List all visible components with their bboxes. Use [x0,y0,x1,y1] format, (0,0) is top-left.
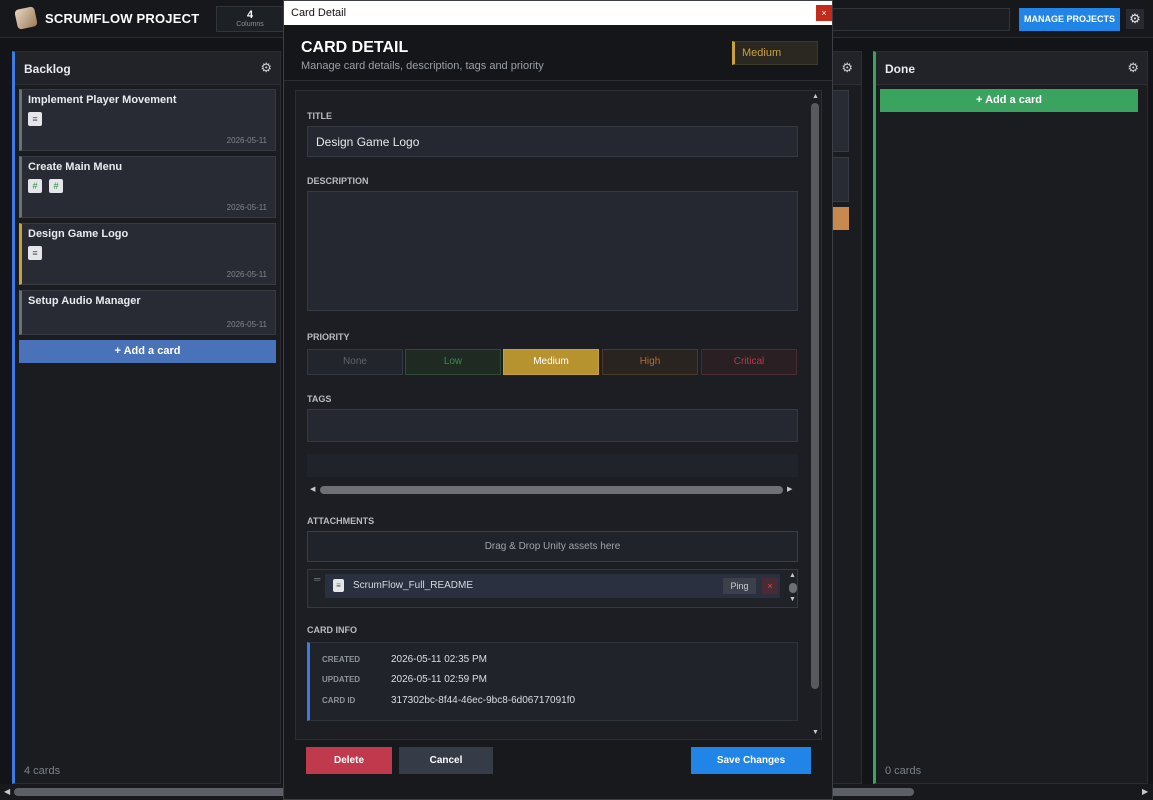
card-date: 2026-05-11 [226,136,267,145]
add-card-button[interactable]: + Add a card [880,89,1138,112]
modal-subtitle: Manage card details, description, tags a… [301,60,544,72]
column-header: Backlog ⚙ [15,52,280,85]
modal-form: TITLE Design Game Logo DESCRIPTION PRIOR… [295,90,822,740]
card-edge [831,90,849,152]
card-title: Create Main Menu [28,161,123,173]
priority-none-button[interactable]: None [307,349,403,375]
columns-count: 4 [246,9,254,21]
column-title: Backlog [24,62,71,76]
column-gear-icon[interactable]: ⚙ [1127,60,1139,76]
column-card-count: 0 cards [885,765,922,777]
manage-projects-button[interactable]: MANAGE PROJECTS [1019,8,1120,31]
attachments-label: ATTACHMENTS [307,516,375,526]
add-card-edge [831,207,849,230]
priority-low-button[interactable]: Low [405,349,501,375]
search-input[interactable] [826,8,1010,31]
drag-handle-icon[interactable]: ═ [314,574,320,584]
tags-scrollbar-thumb[interactable] [320,486,783,494]
modal-heading: CARD DETAIL [301,39,409,56]
attachment-item[interactable]: ≡ ScrumFlow_Full_README Ping × [325,574,780,598]
tags-input[interactable] [307,409,798,442]
scroll-right-arrow-icon[interactable]: ▶ [1142,787,1148,796]
column-card-count: 4 cards [24,765,61,777]
columns-label: Columns [236,21,264,28]
tags-label: TAGS [307,394,332,404]
card-id-value: 317302bc-8f44-46ec-9bc8-6d06717091f0 [391,695,576,706]
document-icon: ≡ [28,112,42,126]
card-title: Implement Player Movement [28,94,177,106]
card-date: 2026-05-11 [226,203,267,212]
close-icon[interactable]: × [816,5,832,21]
body-scroll-down-icon[interactable]: ▼ [812,729,819,736]
column-header: Done ⚙ [876,52,1147,85]
app-title: SCRUMFLOW PROJECT [45,11,200,26]
card-edge [831,157,849,202]
priority-medium-button[interactable]: Medium [503,349,599,375]
column-done: Done ⚙ + Add a card 0 cards [873,51,1148,784]
script-icon: # [49,179,63,193]
column-gear-icon[interactable]: ⚙ [841,60,853,76]
title-input[interactable]: Design Game Logo [307,126,798,157]
card[interactable]: Create Main Menu # # 2026-05-11 [19,156,276,218]
column-middle: ⚙ [830,51,862,784]
priority-badge: Medium [732,41,818,65]
tags-scroll-left-icon[interactable]: ◀ [310,485,315,493]
updated-key: UPDATED [322,675,361,684]
card-info-box: CREATED 2026-05-11 02:35 PM UPDATED 2026… [307,642,798,721]
created-key: CREATED [322,655,361,664]
created-value: 2026-05-11 02:35 PM [391,654,487,665]
list-scroll-up-icon[interactable]: ▲ [789,572,796,579]
script-icon: # [28,179,42,193]
add-card-button[interactable]: + Add a card [19,340,276,363]
settings-gear-icon[interactable]: ⚙ [1126,9,1144,29]
save-changes-button[interactable]: Save Changes [691,747,811,774]
list-scroll-thumb[interactable] [789,583,797,593]
title-label: TITLE [307,111,332,121]
priority-label: PRIORITY [307,332,350,342]
description-label: DESCRIPTION [307,176,369,186]
column-gear-icon[interactable]: ⚙ [260,60,272,76]
card-title: Design Game Logo [28,228,129,240]
delete-button[interactable]: Delete [306,747,392,774]
modal-header: CARD DETAIL Manage card details, descrip… [284,25,832,81]
card-info-label: CARD INFO [307,625,357,635]
column-header: ⚙ [831,52,861,85]
priority-critical-button[interactable]: Critical [701,349,797,375]
column-backlog: Backlog ⚙ Implement Player Movement ≡ 20… [12,51,281,784]
tags-list [307,454,798,477]
document-icon: ≡ [333,579,344,592]
cancel-button[interactable]: Cancel [399,747,493,774]
attachments-list: ═ ≡ ScrumFlow_Full_README Ping × ▲ ▼ [307,569,798,608]
card-date: 2026-05-11 [226,270,267,279]
remove-attachment-button[interactable]: × [762,578,778,594]
column-title: Done [885,62,915,76]
modal-window-title: Card Detail [291,7,347,19]
card-id-key: CARD ID [322,696,356,705]
card[interactable]: Setup Audio Manager 2026-05-11 [19,290,276,335]
body-scroll-up-icon[interactable]: ▲ [812,93,819,100]
card-date: 2026-05-11 [226,320,267,329]
priority-high-button[interactable]: High [602,349,698,375]
card[interactable]: Implement Player Movement ≡ 2026-05-11 [19,89,276,151]
app-logo-icon [14,6,38,30]
attachment-name: ScrumFlow_Full_README [353,580,474,591]
modal-scrollbar-thumb[interactable] [811,103,819,689]
attachments-dropzone[interactable]: Drag & Drop Unity assets here [307,531,798,562]
columns-stat: 4 Columns [216,6,284,32]
document-icon: ≡ [28,246,42,260]
tags-scroll-right-icon[interactable]: ▶ [787,485,792,493]
scroll-left-arrow-icon[interactable]: ◀ [4,787,10,796]
card-title: Setup Audio Manager [28,295,141,307]
ping-button[interactable]: Ping [723,578,756,594]
updated-value: 2026-05-11 02:59 PM [391,674,487,685]
card[interactable]: Design Game Logo ≡ 2026-05-11 [19,223,276,285]
list-scroll-down-icon[interactable]: ▼ [789,596,796,603]
modal-titlebar: Card Detail × [284,1,832,25]
description-textarea[interactable] [307,191,798,311]
card-detail-modal: Card Detail × CARD DETAIL Manage card de… [283,0,833,800]
